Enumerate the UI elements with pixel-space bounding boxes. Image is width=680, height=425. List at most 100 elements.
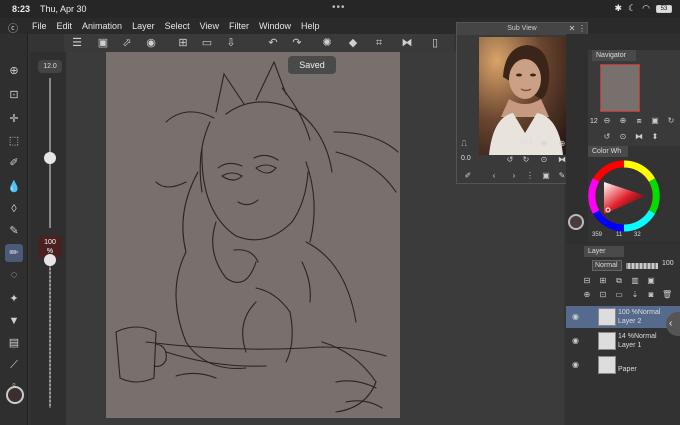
prev-image-icon[interactable]: ‹ bbox=[489, 171, 499, 180]
app-logo-icon[interactable]: ⓒ bbox=[8, 20, 18, 35]
eyedropper-tool-icon[interactable]: ✐ bbox=[5, 154, 23, 172]
opacity-knob[interactable] bbox=[44, 254, 56, 266]
menu-edit[interactable]: Edit bbox=[57, 21, 73, 31]
nav-rotate-left-icon[interactable]: ↺ bbox=[602, 132, 612, 141]
rotate-right-icon[interactable]: ↻ bbox=[521, 155, 531, 164]
layer-row[interactable]: ◉ Paper bbox=[566, 354, 680, 376]
gradient-tool-icon[interactable]: ▤ bbox=[5, 334, 23, 352]
menu-view[interactable]: View bbox=[200, 21, 219, 31]
ink-tool-icon[interactable]: 💧 bbox=[5, 178, 23, 196]
nav-reset-icon[interactable]: ⊙ bbox=[618, 132, 628, 141]
image-list-icon[interactable]: ▣ bbox=[541, 171, 551, 180]
hamburger-menu-icon[interactable]: ☰ bbox=[70, 36, 84, 50]
nav-zoom-in-icon[interactable]: ⊕ bbox=[618, 116, 628, 125]
tab-color-wheel[interactable]: Color Wh bbox=[588, 146, 628, 157]
selection-tool-icon[interactable]: ⬚ bbox=[5, 132, 23, 150]
next-image-icon[interactable]: › bbox=[509, 171, 519, 180]
menu-help[interactable]: Help bbox=[301, 21, 320, 31]
rotate-left-icon[interactable]: ↺ bbox=[505, 155, 515, 164]
grid-icon[interactable]: ⋮ bbox=[525, 171, 535, 180]
move-tool-icon[interactable]: ✛ bbox=[5, 110, 23, 128]
mask-icon[interactable]: ▣ bbox=[646, 276, 656, 285]
delete-layer-icon[interactable]: 🗑 bbox=[662, 290, 672, 299]
magic-wand-tool-icon[interactable]: ✦ bbox=[5, 290, 23, 308]
canvas-resize-icon[interactable]: ▣ bbox=[96, 36, 110, 50]
nav-rotate-icon[interactable]: ↻ bbox=[666, 116, 676, 125]
zoom-out-icon[interactable]: ⊖ bbox=[539, 139, 549, 148]
color-wheel[interactable] bbox=[588, 160, 660, 232]
export-icon[interactable]: ⬀ bbox=[120, 36, 134, 50]
nav-zoom-out-icon[interactable]: ⊖ bbox=[602, 116, 612, 125]
opacity-number: 100 bbox=[44, 239, 56, 246]
opacity-slider[interactable] bbox=[49, 258, 51, 408]
eye-icon[interactable]: ◉ bbox=[572, 312, 579, 321]
draft-layer-icon[interactable]: ▥ bbox=[630, 276, 640, 285]
redo-icon[interactable]: ↷ bbox=[290, 36, 304, 50]
reset-view-icon[interactable]: ⊙ bbox=[539, 155, 549, 164]
layer-row[interactable]: ◉ 100 %Normal Layer 2 bbox=[566, 306, 680, 328]
close-icon[interactable]: ✕ bbox=[567, 24, 577, 33]
save-icon[interactable]: ⇩ bbox=[224, 36, 238, 50]
layer-opacity-slider[interactable] bbox=[626, 263, 658, 269]
menu-select[interactable]: Select bbox=[165, 21, 190, 31]
brush-size-knob[interactable] bbox=[44, 152, 56, 164]
new-vector-icon[interactable]: ⊡ bbox=[598, 290, 608, 299]
eye-icon[interactable]: ◉ bbox=[572, 336, 579, 345]
bluetooth-icon: ✱ bbox=[614, 3, 623, 13]
blend-mode-select[interactable]: Normal bbox=[592, 260, 622, 271]
new-canvas-icon[interactable]: ⊞ bbox=[176, 36, 190, 50]
lock-icon[interactable]: ⊟ bbox=[582, 276, 592, 285]
operation-tool-icon[interactable]: ⊡ bbox=[5, 86, 23, 104]
fill-icon[interactable]: ◆ bbox=[346, 36, 360, 50]
menu-filter[interactable]: Filter bbox=[229, 21, 249, 31]
new-layer-icon[interactable]: ⊕ bbox=[582, 290, 592, 299]
transform-icon[interactable]: ⌗ bbox=[372, 36, 386, 50]
clip-icon[interactable]: ⊞ bbox=[598, 276, 608, 285]
navigator-zoom-value[interactable]: 12 bbox=[590, 118, 598, 125]
status-bar: 8:23 Thu, Apr 30 ••• ✱ ☾ ◠ 53 bbox=[0, 0, 680, 18]
subview-rotation-value[interactable]: 0.0 bbox=[461, 155, 471, 162]
eraser-tool-icon[interactable]: ◊ bbox=[5, 200, 23, 218]
menu-layer[interactable]: Layer bbox=[132, 21, 155, 31]
merge-icon[interactable]: ⇣ bbox=[630, 290, 640, 299]
multitasking-dots[interactable]: ••• bbox=[332, 2, 346, 13]
nav-flip-v-icon[interactable]: ⬍ bbox=[650, 132, 660, 141]
subview-option-icon[interactable]: ⎍ bbox=[459, 139, 469, 149]
navigator-thumbnail[interactable] bbox=[600, 64, 640, 112]
reference-layer-icon[interactable]: ⧉ bbox=[614, 276, 624, 286]
zoom-tool-icon[interactable]: ⊕ bbox=[5, 62, 23, 80]
menu-window[interactable]: Window bbox=[259, 21, 291, 31]
nav-fit-icon[interactable]: ⧈ bbox=[634, 116, 644, 126]
undo-icon[interactable]: ↶ bbox=[266, 36, 280, 50]
tab-navigator[interactable]: Navigator bbox=[592, 50, 636, 61]
subview-eyedropper-icon[interactable]: ✐ bbox=[463, 171, 473, 180]
open-folder-icon[interactable]: ▭ bbox=[200, 36, 214, 50]
layer-mask-icon[interactable]: ◙ bbox=[646, 290, 656, 299]
menu-file[interactable]: File bbox=[32, 21, 47, 31]
layer-name: Layer 2 bbox=[618, 318, 642, 325]
main-color-swatch[interactable] bbox=[6, 386, 24, 404]
flip-horizontal-icon[interactable]: ⧓ bbox=[400, 36, 414, 50]
menu-items: File Edit Animation Layer Select View Filter Wi… bbox=[32, 21, 319, 31]
eyedropper-icon[interactable]: ⟋ bbox=[5, 356, 23, 374]
lasso-tool-icon[interactable]: ◌ bbox=[5, 266, 23, 284]
reference-image[interactable] bbox=[479, 37, 569, 155]
panel-menu-icon[interactable]: ⋮ bbox=[577, 24, 587, 33]
menu-animation[interactable]: Animation bbox=[82, 21, 122, 31]
record-icon[interactable]: ◉ bbox=[144, 36, 158, 50]
layer-row[interactable]: ◉ 14 %Normal Layer 1 bbox=[566, 330, 680, 352]
fill-tool-icon[interactable]: ▼ bbox=[5, 312, 23, 330]
nav-100-icon[interactable]: ▣ bbox=[650, 116, 660, 125]
current-color-swatch[interactable] bbox=[568, 214, 584, 230]
pencil-tool-icon[interactable]: ✏ bbox=[5, 244, 23, 262]
nav-flip-icon[interactable]: ⧓ bbox=[634, 132, 644, 141]
brush-size-value[interactable]: 12.0 bbox=[38, 60, 62, 73]
tab-layer[interactable]: Layer bbox=[584, 246, 624, 257]
drawing-canvas[interactable] bbox=[106, 52, 400, 418]
eye-icon[interactable]: ◉ bbox=[572, 360, 579, 369]
layer-opacity-value[interactable]: 100 bbox=[662, 260, 674, 267]
new-folder-icon[interactable]: ▭ bbox=[614, 290, 624, 299]
subview-zoom-value[interactable]: 45.9 bbox=[519, 139, 533, 146]
device-icon[interactable]: ▯ bbox=[428, 36, 442, 50]
pen-tool-icon[interactable]: ✎ bbox=[5, 222, 23, 240]
